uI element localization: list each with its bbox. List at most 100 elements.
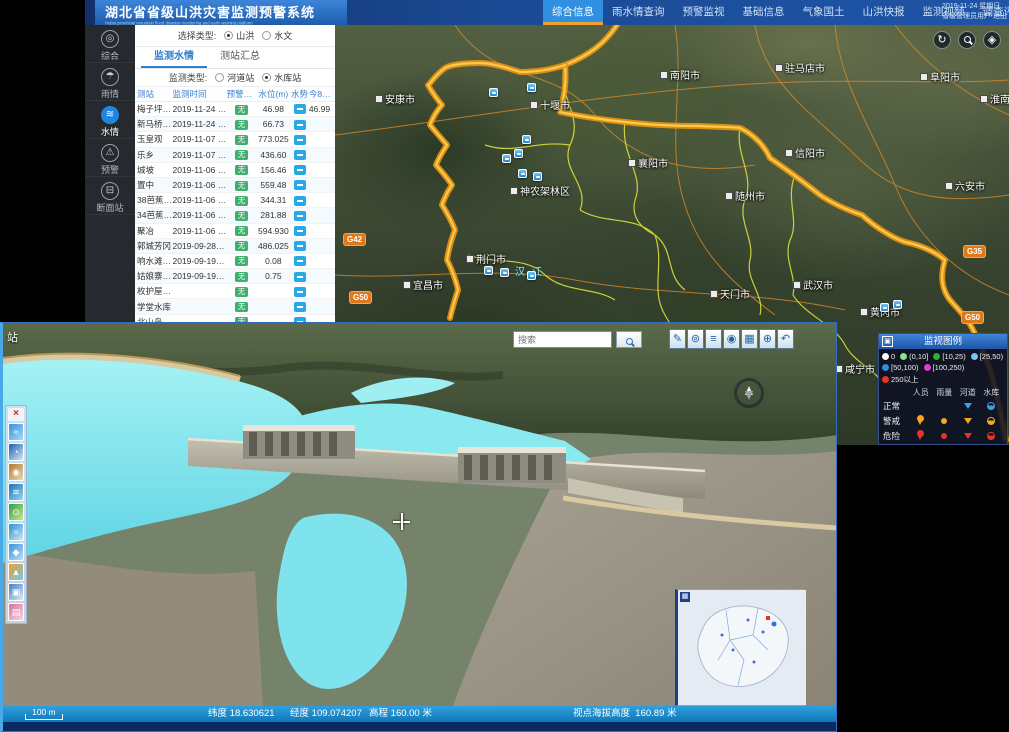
status-badge: 无 — [235, 181, 249, 191]
cell-station: 城坡 — [135, 164, 172, 176]
sidebar-item-water[interactable]: ≋ 水情 — [85, 101, 135, 139]
nav-item[interactable]: 基础信息 — [734, 0, 794, 25]
compass-icon[interactable] — [734, 378, 764, 408]
matrix-cell — [956, 414, 980, 428]
frame-layer-icon[interactable]: ▣ — [8, 583, 24, 601]
聚冶[interactable]: 聚冶 2019-11-06 05 无 594.930 — [135, 224, 335, 239]
rain-layer-icon[interactable]: ≈ — [8, 423, 24, 441]
draw-icon[interactable]: ✎ — [669, 329, 686, 349]
viewer-3d-window[interactable]: 站 ✎⊚≡◉▦⊕↶ × ≈◔◉≋⊙≈◆▲▣▤ ▦ — [0, 322, 837, 732]
typhoon-layer-icon[interactable]: ◔ — [8, 443, 24, 461]
sidebar-item-rain[interactable]: ☂ 雨情 — [85, 63, 135, 101]
legend-collapse-icon[interactable]: ▣ — [882, 336, 893, 347]
overview-map[interactable]: ▦ — [675, 589, 805, 706]
type-option[interactable]: 山洪 — [224, 29, 254, 42]
reset-view-icon[interactable]: ↻ — [933, 31, 951, 49]
water-station-marker[interactable] — [502, 154, 511, 163]
cell-level: 66.73 — [257, 119, 291, 129]
cell-trend — [290, 225, 309, 236]
type-option-label: 山洪 — [236, 29, 254, 42]
玉皇观[interactable]: 玉皇观 2019-11-07 08 无 773.025 — [135, 132, 335, 147]
matrix-row: 危险 — [883, 428, 1003, 443]
type-option[interactable]: 水文 — [262, 29, 292, 42]
matrix-col-river: 河道 — [956, 387, 980, 398]
image-icon[interactable]: ▦ — [741, 329, 758, 349]
search-button[interactable] — [616, 331, 642, 348]
eye-icon[interactable]: ◉ — [723, 329, 740, 349]
water-station-marker[interactable] — [527, 271, 536, 280]
water-station-marker[interactable] — [518, 169, 527, 178]
monitor-option[interactable]: 河道站 — [215, 71, 254, 84]
close-icon[interactable]: × — [8, 408, 24, 421]
waves-layer-icon[interactable]: ≋ — [8, 483, 24, 501]
郭城芳冈[interactable]: 郭城芳冈 2019-09-28 05 无 486.025 — [135, 239, 335, 254]
search-icon[interactable] — [958, 31, 976, 49]
cell-trend — [290, 256, 309, 267]
城坡[interactable]: 城坡 2019-11-06 22 无 156.46 — [135, 163, 335, 178]
reservoir-circle-icon — [987, 402, 995, 410]
terrain-layer-icon[interactable]: ◉ — [8, 463, 24, 481]
cell-status: 无 — [227, 149, 257, 160]
枚护屋水库[interactable]: 枚护屋水库 无 — [135, 284, 335, 299]
姑娘寨水库(…[interactable]: 姑娘寨水库(… 2019-09-19 06 无 0.75 — [135, 269, 335, 284]
col-extra: 今8水位 — [309, 88, 335, 100]
partial-station-label: 站 — [7, 329, 18, 345]
sidebar-item-section[interactable]: ⊟ 断面站 — [85, 177, 135, 215]
cell-trend — [290, 271, 309, 282]
matrix-row-label: 正常 — [883, 400, 909, 412]
新马桥雨量…[interactable]: 新马桥雨量… 2019-11-24 07 无 66.73 — [135, 117, 335, 132]
乐乡[interactable]: 乐乡 2019-11-07 03 无 436.60 — [135, 148, 335, 163]
globe-icon[interactable]: ⊕ — [759, 329, 776, 349]
panel-tab[interactable]: 测站汇总 — [207, 47, 273, 68]
梅子坪水位…[interactable]: 梅子坪水位… 2019-11-24 09 无 46.98 46.99 — [135, 102, 335, 117]
monitor-option[interactable]: 水库站 — [262, 71, 301, 84]
water-drop-layer-icon[interactable]: ◆ — [8, 543, 24, 561]
matrix-col-person: 人员 — [909, 387, 933, 398]
panel-tab[interactable]: 监测水情 — [141, 47, 207, 68]
sidebar-item-overview[interactable]: ◎ 综合 — [85, 25, 135, 63]
left-sidebar: ◎ 综合 ☂ 雨情 ≋ 水情 ⚠ 预警 ⊟ 断面站 — [85, 25, 135, 330]
学堂水库[interactable]: 学堂水库 无 — [135, 299, 335, 314]
置中[interactable]: 置中 2019-11-06 21 无 559.48 — [135, 178, 335, 193]
cell-time: 2019-11-06 20 — [172, 195, 226, 205]
nav-item[interactable]: 综合信息 — [543, 0, 603, 25]
camera-height-readout: 视点海拔高度 160.89 米 — [573, 706, 677, 721]
search-input[interactable] — [513, 331, 612, 348]
cell-trend — [290, 301, 309, 312]
nav-item[interactable]: 气象国土 — [794, 0, 854, 25]
green-circle-layer-icon[interactable]: ⊙ — [8, 503, 24, 521]
water-station-marker[interactable] — [522, 135, 531, 144]
status-bar: 100 m 纬度 18.630621 经度 109.074207 高程 160.… — [3, 706, 837, 721]
响水滩水库(…[interactable]: 响水滩水库(… 2019-09-19 08 无 0.08 — [135, 254, 335, 269]
34芭蕉断水…[interactable]: 34芭蕉断水… 2019-11-06 17 无 281.88 — [135, 208, 335, 223]
nav-item[interactable]: 山洪快报 — [854, 0, 914, 25]
undo-icon[interactable]: ↶ — [777, 329, 794, 349]
magnifier-glyph — [964, 36, 971, 43]
nav-item[interactable]: 雨水情查询 — [603, 0, 674, 25]
flood-boot-layer-icon[interactable]: ▲ — [8, 563, 24, 581]
list-icon[interactable]: ≡ — [705, 329, 722, 349]
water-station-marker[interactable] — [527, 83, 536, 92]
nav-item[interactable]: 预警监视 — [674, 0, 734, 25]
chart-layer-icon[interactable]: ▤ — [8, 603, 24, 621]
water-station-marker[interactable] — [500, 268, 509, 277]
38芭蕉水位…[interactable]: 38芭蕉水位… 2019-11-06 20 无 344.31 — [135, 193, 335, 208]
荆门市: 荆门市 — [466, 251, 506, 266]
user-text[interactable]: 省级管理员用户 退出 — [942, 12, 1007, 22]
trend-flat-icon — [294, 256, 306, 266]
magnifier-glyph — [626, 338, 633, 345]
water-station-marker[interactable] — [514, 149, 523, 158]
cell-level: 436.60 — [257, 150, 291, 160]
water-station-marker[interactable] — [533, 172, 542, 181]
sidebar-item-alert[interactable]: ⚠ 预警 — [85, 139, 135, 177]
layers-icon[interactable]: ◈ — [983, 31, 1001, 49]
road-shield: G35 — [963, 245, 986, 258]
cell-status: 无 — [227, 286, 257, 297]
camera-icon[interactable]: ⊚ — [687, 329, 704, 349]
water-station-marker[interactable] — [893, 300, 902, 309]
water-station-marker[interactable] — [484, 266, 493, 275]
flood-layer-icon[interactable]: ≈ — [8, 523, 24, 541]
matrix-cell — [980, 402, 1004, 410]
water-station-marker[interactable] — [880, 303, 889, 312]
water-station-marker[interactable] — [489, 88, 498, 97]
